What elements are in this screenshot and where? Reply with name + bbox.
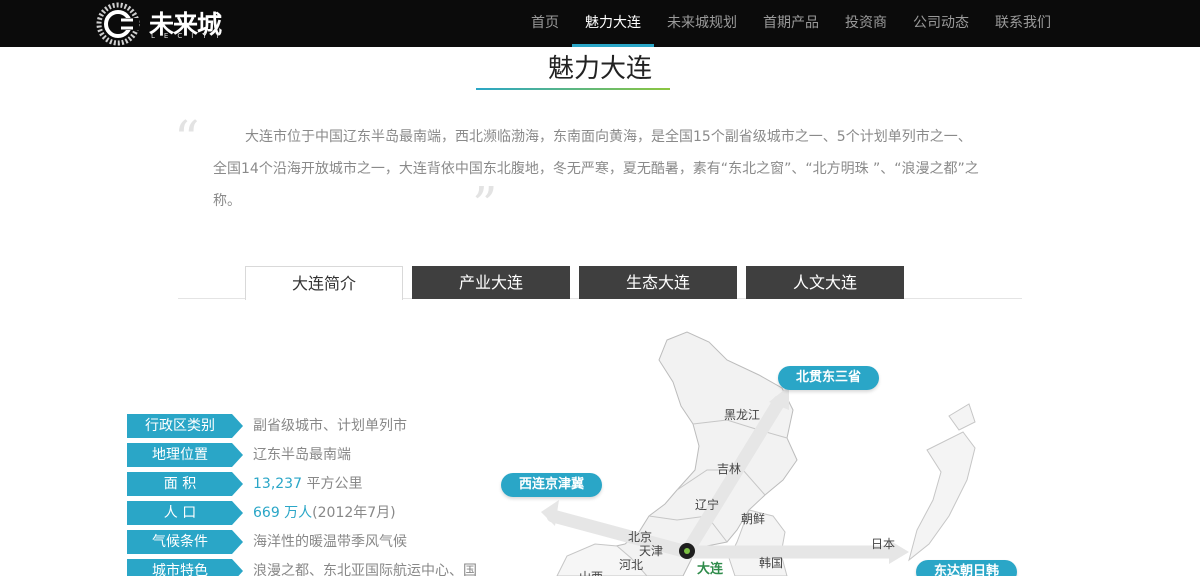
tab-dalian-intro[interactable]: 大连简介: [245, 266, 403, 300]
info-value: 海洋性的暖温带季风气候: [253, 534, 407, 550]
info-number: 669 万人: [253, 505, 313, 521]
close-quote-icon: ”: [472, 176, 498, 234]
info-value: 副省级城市、计划单列市: [253, 418, 407, 434]
tab-culture-dalian[interactable]: 人文大连: [746, 266, 904, 299]
map-label-south-korea: 韩国: [759, 556, 784, 570]
open-quote-icon: “: [174, 110, 200, 168]
nav-home[interactable]: 首页: [518, 0, 572, 47]
map-label-heilongjiang: 黑龙江: [724, 408, 761, 422]
pill-west-jing-jin-ji: 西连京津冀: [501, 473, 603, 497]
main-nav: 首页 魅力大连 未来城规划 首期产品 投资商 公司动态 联系我们: [518, 0, 1064, 47]
nav-company-news[interactable]: 公司动态: [900, 0, 982, 47]
info-unit: (2012年7月): [312, 505, 396, 521]
info-unit: 平方公里: [302, 476, 363, 492]
map-label-liaoning: 辽宁: [695, 498, 720, 512]
info-value: 669 万人(2012年7月): [253, 501, 396, 525]
logo[interactable]: 未来城 LECITY: [95, 0, 235, 47]
map-label-jilin: 吉林: [717, 462, 742, 476]
nav-charm-dalian[interactable]: 魅力大连: [572, 0, 654, 47]
nav-city-planning[interactable]: 未来城规划: [654, 0, 750, 47]
logo-mark-icon: [96, 2, 140, 46]
title-underline: [476, 88, 670, 90]
nav-contact-us[interactable]: 联系我们: [982, 0, 1064, 47]
info-value: 13,237 平方公里: [253, 472, 362, 496]
location-map: 黑龙江 吉林 辽宁 朝鲜 北京 天津 河北 山西 韩国 日本 大连 北贯东三省 …: [497, 320, 1200, 576]
map-label-hebei: 河北: [619, 558, 644, 572]
nav-first-products[interactable]: 首期产品: [750, 0, 832, 47]
pill-north-three-provinces: 北贯东三省: [778, 366, 880, 390]
map-label-shanxi: 山西: [579, 568, 603, 576]
map-outline: [541, 331, 976, 576]
intro-text: 大连市位于中国辽东半岛最南端，西北濒临渤海，东南面向黄海，是全国15个副省级城市…: [213, 129, 979, 209]
info-value: 浪漫之都、东北亚国际航运中心、国: [253, 563, 477, 576]
info-value: 辽东半岛最南端: [253, 447, 351, 463]
info-label: 地理位置: [127, 443, 243, 467]
info-label: 城市特色: [127, 559, 243, 576]
section-title: 魅力大连: [547, 54, 652, 84]
info-label: 行政区类别: [127, 414, 243, 438]
map-label-north-korea: 朝鲜: [741, 512, 766, 526]
map-label-dalian: 大连: [697, 562, 724, 576]
nav-investors[interactable]: 投资商: [832, 0, 900, 47]
info-label: 气候条件: [127, 530, 243, 554]
pill-east-japan-korea: 东达朝日韩: [916, 560, 1018, 576]
tab-industry-dalian[interactable]: 产业大连: [412, 266, 570, 299]
map-label-japan: 日本: [871, 537, 896, 551]
header: 未来城 LECITY 首页 魅力大连 未来城规划 首期产品 投资商 公司动态 联…: [0, 0, 1200, 47]
info-label: 面 积: [127, 472, 243, 496]
info-label: 人 口: [127, 501, 243, 525]
tab-ecology-dalian[interactable]: 生态大连: [579, 266, 737, 299]
logo-subtext: LECITY: [151, 32, 229, 40]
info-number: 13,237: [253, 476, 302, 492]
tab-bar: 大连简介 产业大连 生态大连 人文大连: [245, 266, 904, 300]
